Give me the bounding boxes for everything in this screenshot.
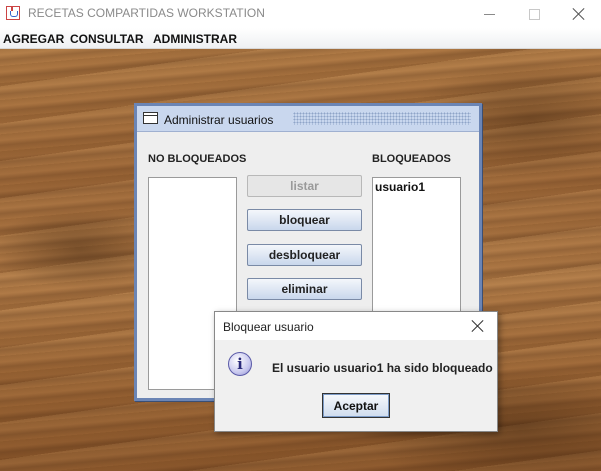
- delete-button[interactable]: eliminar: [247, 278, 362, 300]
- info-icon: i: [228, 352, 252, 376]
- java-cup-icon: [6, 6, 20, 20]
- close-button[interactable]: [556, 0, 601, 28]
- dialog-titlebar[interactable]: Bloquear usuario: [215, 312, 497, 340]
- close-icon: [573, 8, 585, 20]
- dialog-title: Bloquear usuario: [223, 320, 314, 334]
- dialog-message: El usuario usuario1 ha sido bloqueado: [272, 361, 493, 375]
- window-title: RECETAS COMPARTIDAS WORKSTATION: [28, 6, 265, 20]
- minimize-icon: [483, 13, 495, 15]
- menu-bar: AGREGAR CONSULTAR ADMINISTRAR: [0, 28, 601, 49]
- menu-agregar[interactable]: AGREGAR: [3, 32, 64, 46]
- block-button[interactable]: bloquear: [247, 209, 362, 231]
- minimize-button[interactable]: [466, 0, 512, 28]
- maximize-button[interactable]: [511, 0, 557, 28]
- accept-button[interactable]: Aceptar: [322, 393, 390, 418]
- list-button[interactable]: listar: [247, 175, 362, 197]
- window-icon: [143, 112, 158, 124]
- block-user-dialog: Bloquear usuario i El usuario usuario1 h…: [214, 311, 498, 432]
- unblocked-label: NO BLOQUEADOS: [148, 153, 247, 165]
- window-titlebar: RECETAS COMPARTIDAS WORKSTATION: [0, 0, 601, 28]
- menu-consultar[interactable]: CONSULTAR: [70, 32, 144, 46]
- unblock-button[interactable]: desbloquear: [247, 244, 362, 266]
- blocked-label: BLOQUEADOS: [372, 153, 451, 165]
- close-icon[interactable]: [471, 319, 485, 333]
- maximize-icon: [528, 8, 540, 20]
- menu-administrar[interactable]: ADMINISTRAR: [153, 32, 237, 46]
- frame-title: Administrar usuarios: [164, 113, 274, 127]
- frame-titlebar[interactable]: Administrar usuarios: [137, 106, 479, 132]
- titlebar-grip: [293, 112, 471, 125]
- list-item[interactable]: usuario1: [375, 180, 425, 194]
